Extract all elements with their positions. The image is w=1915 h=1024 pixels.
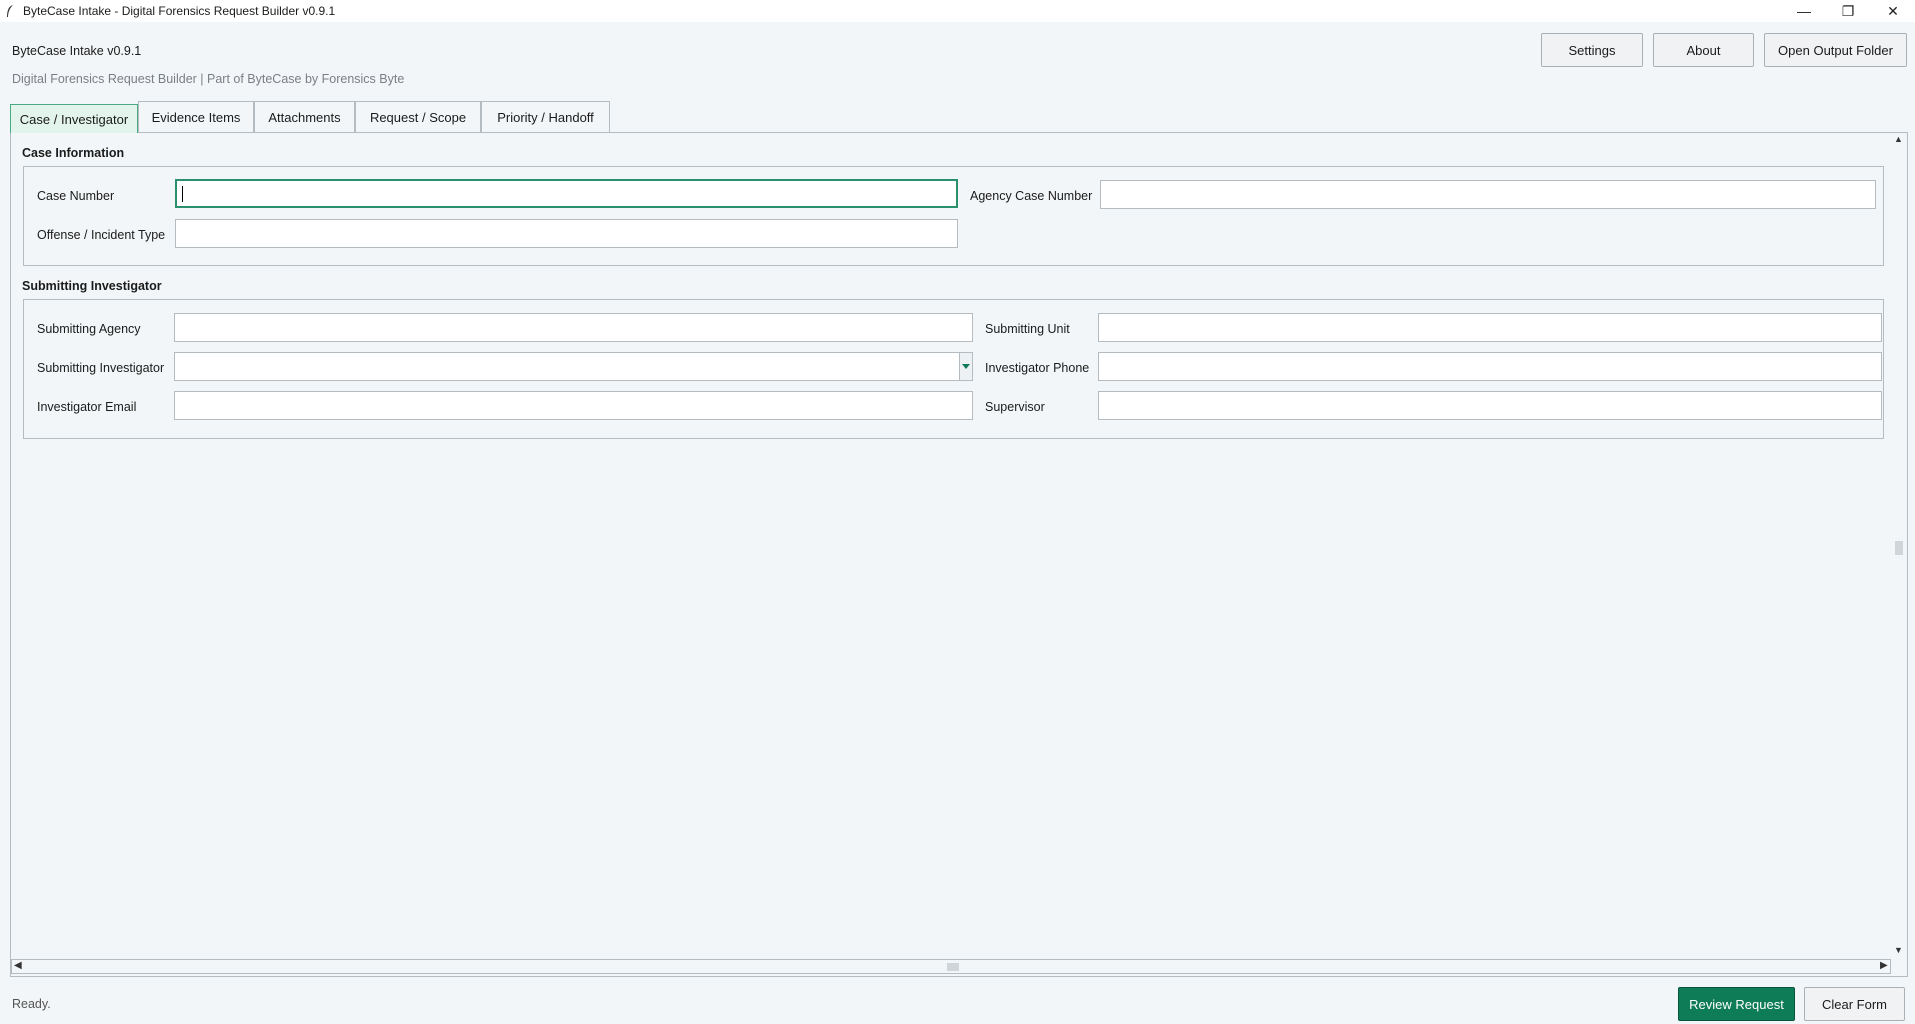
submitting-unit-label: Submitting Unit — [985, 322, 1070, 336]
tab-attachments[interactable]: Attachments — [254, 101, 355, 132]
submitting-investigator-label: Submitting Investigator — [37, 361, 165, 375]
case-information-heading: Case Information — [22, 146, 125, 160]
submitting-agency-input[interactable] — [174, 313, 973, 342]
maximize-button[interactable]: ❐ — [1826, 0, 1870, 22]
horizontal-scroll-thumb[interactable] — [947, 963, 959, 971]
window-title: ByteCase Intake - Digital Forensics Requ… — [23, 4, 336, 18]
title-bar: ByteCase Intake - Digital Forensics Requ… — [0, 0, 1915, 22]
status-text: Ready. — [12, 997, 51, 1011]
tab-request-scope[interactable]: Request / Scope — [355, 101, 481, 132]
case-information-group: Case Number Agency Case Number Offense /… — [23, 166, 1884, 266]
arrow-down-icon[interactable]: ▼ — [1894, 945, 1903, 955]
clear-form-button[interactable]: Clear Form — [1804, 987, 1905, 1021]
app-subtitle: Digital Forensics Request Builder | Part… — [12, 72, 405, 86]
app-name: ByteCase Intake v0.9.1 — [12, 44, 142, 58]
text-caret — [182, 186, 183, 202]
close-button[interactable]: ✕ — [1871, 0, 1915, 22]
open-output-folder-button[interactable]: Open Output Folder — [1764, 33, 1907, 67]
settings-button[interactable]: Settings — [1541, 33, 1643, 67]
feather-icon — [7, 5, 13, 17]
tab-evidence-items[interactable]: Evidence Items — [138, 101, 254, 132]
investigator-email-label: Investigator Email — [37, 400, 137, 414]
vertical-scrollbar[interactable]: ▲ ▼ — [1891, 133, 1907, 958]
submitting-investigator-combobox[interactable] — [174, 352, 960, 381]
submitting-investigator-group: Submitting Agency Submitting Unit Submit… — [23, 299, 1884, 439]
offense-type-label: Offense / Incident Type — [37, 228, 166, 242]
case-number-input[interactable] — [175, 179, 958, 208]
supervisor-label: Supervisor — [985, 400, 1045, 414]
arrow-up-icon[interactable]: ▲ — [1894, 134, 1903, 144]
tab-content-panel: Case Information Case Number Agency Case… — [10, 132, 1908, 977]
minimize-button[interactable]: — — [1782, 0, 1826, 22]
arrow-right-icon[interactable]: ▶ — [1880, 960, 1888, 971]
tab-case-investigator[interactable]: Case / Investigator — [10, 104, 138, 133]
investigator-phone-label: Investigator Phone — [985, 361, 1090, 375]
vertical-scroll-thumb[interactable] — [1895, 541, 1903, 555]
tab-priority-handoff[interactable]: Priority / Handoff — [481, 101, 610, 132]
about-button[interactable]: About — [1653, 33, 1754, 67]
submitting-investigator-dropdown-button[interactable] — [959, 352, 973, 381]
arrow-left-icon[interactable]: ◀ — [14, 960, 22, 971]
agency-case-number-label: Agency Case Number — [970, 189, 1093, 203]
review-request-button[interactable]: Review Request — [1678, 987, 1795, 1021]
submitting-investigator-heading: Submitting Investigator — [22, 279, 162, 293]
offense-type-input[interactable] — [175, 219, 958, 248]
submitting-unit-input[interactable] — [1098, 313, 1882, 342]
submitting-agency-label: Submitting Agency — [37, 322, 141, 336]
caret-down-icon — [962, 364, 970, 369]
investigator-phone-input[interactable] — [1098, 352, 1882, 381]
investigator-email-input[interactable] — [174, 391, 973, 420]
horizontal-scrollbar[interactable]: ◀ ▶ — [11, 959, 1891, 974]
case-number-label: Case Number — [37, 189, 115, 203]
supervisor-input[interactable] — [1098, 391, 1882, 420]
agency-case-number-input[interactable] — [1100, 180, 1876, 209]
